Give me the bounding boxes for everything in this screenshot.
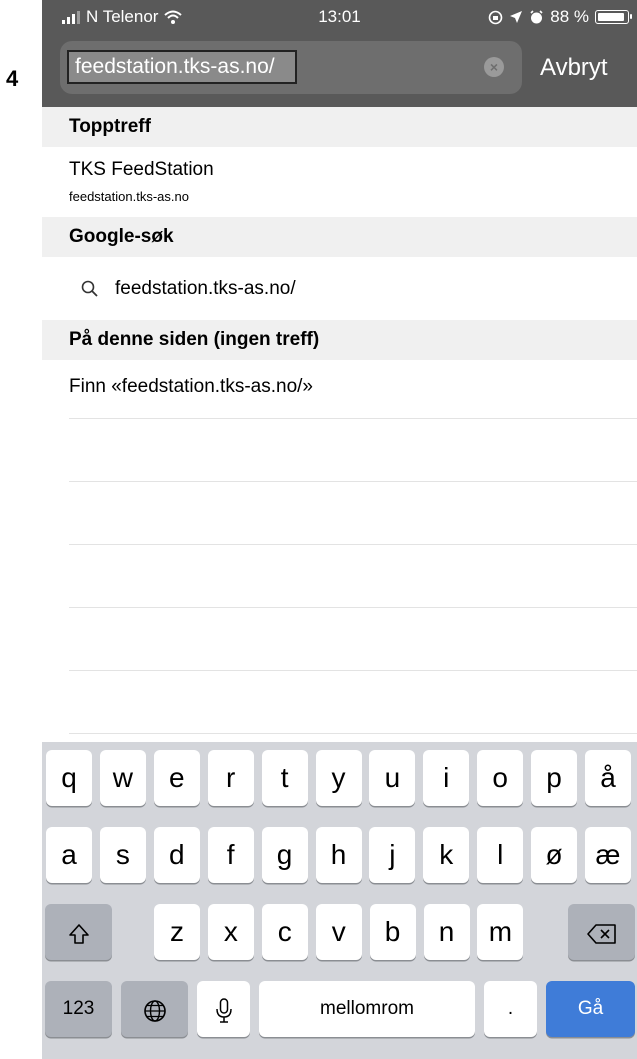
- key-b[interactable]: b: [369, 904, 416, 960]
- shift-key[interactable]: [45, 904, 112, 960]
- section-header-label: På denne siden (ingen treff): [69, 329, 320, 350]
- divider: [69, 670, 637, 671]
- key-g[interactable]: g: [261, 827, 308, 883]
- divider: [69, 544, 637, 545]
- key-v[interactable]: v: [315, 904, 362, 960]
- globe-key[interactable]: [121, 981, 188, 1037]
- section-header-top-hit: Topptreff: [42, 107, 637, 147]
- key-u[interactable]: u: [369, 750, 416, 806]
- alarm-icon: [530, 9, 543, 23]
- step-number: 4: [6, 66, 19, 91]
- search-icon: [81, 280, 98, 297]
- orientation-lock-icon: [488, 10, 503, 24]
- divider: [69, 418, 637, 419]
- url-input[interactable]: feedstation.tks-as.no/: [67, 50, 297, 84]
- clear-icon[interactable]: ×: [484, 57, 504, 77]
- battery-icon: [595, 10, 632, 24]
- phone-screen: N Telenor 13:01 88 % feedstation.tks-as.…: [42, 0, 637, 1059]
- key-z[interactable]: z: [154, 904, 200, 960]
- key-ø[interactable]: ø: [531, 827, 578, 883]
- go-key[interactable]: Gå: [546, 981, 635, 1037]
- battery-percent: 88 %: [550, 7, 589, 26]
- browser-top-bar: N Telenor 13:01 88 % feedstation.tks-as.…: [42, 0, 637, 107]
- key-j[interactable]: j: [369, 827, 416, 883]
- key-l[interactable]: l: [477, 827, 524, 883]
- backspace-key[interactable]: [568, 904, 635, 960]
- key-n[interactable]: n: [423, 904, 470, 960]
- status-bar: N Telenor 13:01 88 %: [42, 0, 637, 34]
- microphone-key[interactable]: [197, 981, 250, 1037]
- divider: [69, 733, 637, 734]
- section-header-label: Google-søk: [69, 226, 174, 247]
- key-a[interactable]: a: [46, 827, 92, 883]
- key-s[interactable]: s: [99, 827, 146, 883]
- top-hit-title: TKS FeedStation: [69, 159, 214, 180]
- key-t[interactable]: t: [261, 750, 308, 806]
- key-m[interactable]: m: [477, 904, 524, 960]
- shift-icon: [68, 923, 89, 944]
- key-h[interactable]: h: [315, 827, 362, 883]
- microphone-icon: [215, 997, 232, 1023]
- key-y[interactable]: y: [315, 750, 362, 806]
- key-æ[interactable]: æ: [585, 827, 631, 883]
- globe-icon: [143, 999, 166, 1022]
- key-e[interactable]: e: [153, 750, 200, 806]
- keyboard: qwertyuiopå asdfghjkløæ zxcvbnm 123 mell…: [42, 742, 637, 1059]
- key-d[interactable]: d: [153, 827, 200, 883]
- key-i[interactable]: i: [423, 750, 470, 806]
- numbers-key[interactable]: 123: [45, 981, 112, 1037]
- section-header-google: Google-søk: [42, 217, 637, 257]
- backspace-icon: [586, 923, 616, 944]
- top-hit-url: feedstation.tks-as.no: [69, 189, 189, 204]
- find-on-page-item[interactable]: Finn «feedstation.tks-as.no/»: [69, 376, 313, 398]
- location-arrow-icon: [510, 11, 523, 23]
- section-header-on-page: På denne siden (ingen treff): [42, 320, 637, 360]
- key-o[interactable]: o: [477, 750, 524, 806]
- key-x[interactable]: x: [207, 904, 254, 960]
- cancel-button[interactable]: Avbryt: [540, 54, 608, 82]
- address-bar[interactable]: feedstation.tks-as.no/ ×: [60, 41, 522, 94]
- key-c[interactable]: c: [261, 904, 308, 960]
- divider: [69, 481, 637, 482]
- key-w[interactable]: w: [99, 750, 146, 806]
- google-query: feedstation.tks-as.no/: [115, 278, 296, 299]
- key-r[interactable]: r: [207, 750, 254, 806]
- section-header-label: Topptreff: [69, 116, 151, 137]
- space-key[interactable]: mellomrom: [259, 981, 475, 1037]
- key-p[interactable]: p: [531, 750, 578, 806]
- key-å[interactable]: å: [585, 750, 631, 806]
- period-key[interactable]: .: [484, 981, 537, 1037]
- key-q[interactable]: q: [46, 750, 92, 806]
- key-f[interactable]: f: [207, 827, 254, 883]
- divider: [69, 607, 637, 608]
- key-k[interactable]: k: [423, 827, 470, 883]
